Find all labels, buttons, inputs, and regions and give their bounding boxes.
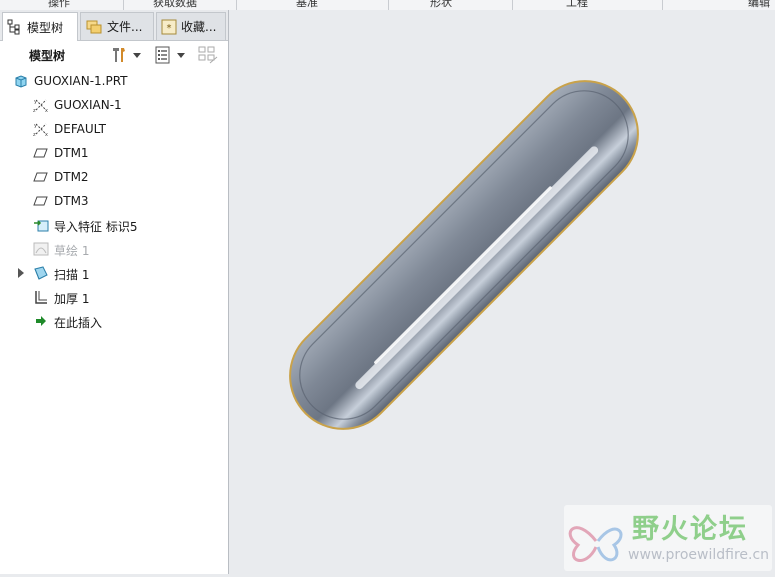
- tab-files[interactable]: 文件...: [80, 12, 154, 40]
- tree-item-label: DTM1: [54, 146, 89, 160]
- tree-item-label: DTM3: [54, 194, 89, 208]
- butterfly-logo-icon: [568, 526, 623, 562]
- tree-item-insert-here[interactable]: 在此插入: [0, 310, 228, 332]
- tab-model-tree[interactable]: 模型树: [2, 12, 78, 41]
- insert-here-arrow-icon: [36, 316, 46, 326]
- tree-item-dtm3[interactable]: DTM3: [0, 190, 228, 212]
- sketch-icon: [33, 242, 49, 256]
- ribbon-separator: [662, 0, 663, 10]
- sweep-icon: [34, 266, 48, 280]
- tree-item-label: 扫描 1: [54, 268, 90, 282]
- tab-favorites[interactable]: * 收藏...: [156, 12, 226, 40]
- tree-item-csys-default[interactable]: y x z DEFAULT: [0, 118, 228, 140]
- tab-favorites-label: 收藏...: [181, 20, 217, 34]
- settings-icon: [155, 46, 170, 64]
- part-model-render[interactable]: [229, 10, 775, 574]
- tools-dropdown-button[interactable]: [110, 45, 141, 65]
- tab-files-label: 文件...: [107, 20, 143, 34]
- tree-item-dtm1[interactable]: DTM1: [0, 142, 228, 164]
- tree-root-label: GUOXIAN-1.PRT: [34, 74, 128, 88]
- import-feature-icon: [34, 220, 49, 232]
- tree-item-label: DEFAULT: [54, 122, 106, 136]
- watermark-url: www.proewildfire.cn: [628, 547, 770, 563]
- tree-item-label: GUOXIAN-1: [54, 98, 122, 112]
- part-body: [291, 82, 637, 428]
- ribbon-separator: [123, 0, 124, 10]
- svg-text:z: z: [33, 132, 36, 137]
- expand-arrow-icon[interactable]: [18, 268, 24, 278]
- thicken-icon: [35, 291, 47, 304]
- navigator-tabs: 模型树 文件... * 收藏...: [0, 10, 228, 41]
- model-tree-icon: [7, 19, 20, 35]
- tree-item-import-feature[interactable]: 导入特征 标识5: [0, 214, 228, 236]
- tab-model-tree-label: 模型树: [27, 20, 64, 35]
- tree-item-label: 加厚 1: [54, 292, 90, 306]
- favorites-icon: *: [161, 19, 177, 34]
- tree-item-label: 在此插入: [54, 316, 103, 330]
- csys-icon: y x z: [33, 99, 48, 113]
- tree-item-dtm2[interactable]: DTM2: [0, 166, 228, 188]
- svg-text:x: x: [45, 108, 48, 113]
- svg-text:z: z: [33, 108, 36, 113]
- menu-item-get-data[interactable]: 获取数据: [153, 0, 197, 10]
- datum-plane-icon: [33, 172, 48, 182]
- model-tree-title: 模型树: [29, 49, 66, 63]
- part-cube-icon: [15, 75, 27, 88]
- tree-item-csys-guoxian[interactable]: y x z GUOXIAN-1: [0, 94, 228, 116]
- tree-item-sketch[interactable]: 草绘 1: [0, 238, 228, 260]
- ribbon-separator: [388, 0, 389, 10]
- model-tree-panel: 模型树 文件... * 收藏... 模型树 GUOXIAN-1.PRT y x …: [0, 10, 229, 574]
- columns-button[interactable]: [198, 45, 218, 65]
- graphics-viewport[interactable]: [229, 10, 775, 574]
- forum-watermark: 野火论坛 www.proewildfire.cn: [564, 505, 772, 571]
- chevron-down-icon: [133, 52, 141, 58]
- menu-item-engineering[interactable]: 工程: [566, 0, 588, 10]
- ribbon-separator: [236, 0, 237, 10]
- menu-item-datum[interactable]: 基准: [296, 0, 318, 10]
- csys-icon: y x z: [33, 123, 48, 137]
- watermark-title: 野火论坛: [632, 514, 748, 545]
- model-tree-toolbar: 模型树: [0, 41, 228, 69]
- tree-item-sweep[interactable]: 扫描 1: [0, 262, 228, 284]
- tree-item-label: DTM2: [54, 170, 89, 184]
- folder-icon: [86, 20, 102, 33]
- tools-icon: [113, 48, 125, 62]
- menu-item-operations[interactable]: 操作: [48, 0, 70, 10]
- menu-item-editing[interactable]: 编辑: [748, 0, 770, 10]
- ribbon-separator: [512, 0, 513, 10]
- tree-root-part[interactable]: GUOXIAN-1.PRT: [0, 70, 228, 92]
- tree-item-label: 草绘 1: [54, 244, 90, 258]
- datum-plane-icon: [33, 148, 48, 158]
- svg-text:y: y: [34, 123, 37, 129]
- columns-icon: [198, 46, 218, 64]
- tree-item-thicken[interactable]: 加厚 1: [0, 286, 228, 308]
- chevron-down-icon: [177, 52, 185, 58]
- svg-text:x: x: [45, 132, 48, 137]
- tree-item-label: 导入特征 标识5: [54, 220, 138, 234]
- svg-text:y: y: [34, 99, 37, 105]
- menu-item-shapes[interactable]: 形状: [430, 0, 452, 10]
- settings-dropdown-button[interactable]: [154, 45, 185, 65]
- svg-text:*: *: [167, 23, 172, 34]
- datum-plane-icon: [33, 196, 48, 206]
